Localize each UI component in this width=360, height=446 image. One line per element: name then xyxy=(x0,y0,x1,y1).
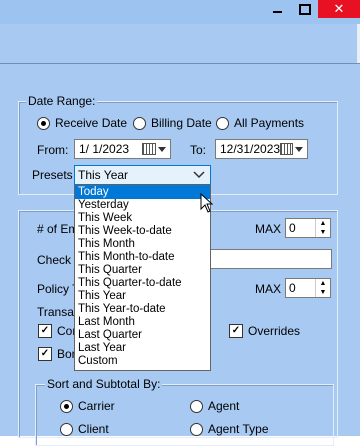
dropdown-option[interactable]: Yesterday xyxy=(75,199,210,212)
chevron-down-icon[interactable] xyxy=(158,146,166,152)
date-range-label: Date Range: xyxy=(26,94,98,108)
dropdown-option[interactable]: This Month xyxy=(75,238,210,251)
dropdown-option[interactable]: This Year-to-date xyxy=(75,303,210,316)
radio-billing-date[interactable]: Billing Date xyxy=(133,116,212,130)
radio-dot xyxy=(190,399,203,413)
radio-dot xyxy=(60,399,73,413)
report-window: ✕ Date Range: Receive Date Billing Date … xyxy=(0,0,360,446)
radio-label: Receive Date xyxy=(55,116,128,130)
radio-all-payments[interactable]: All Payments xyxy=(216,116,304,130)
spin-up-icon[interactable]: ▲ xyxy=(316,219,330,228)
presets-combobox[interactable]: This Year xyxy=(74,165,211,185)
dropdown-option[interactable]: Last Quarter xyxy=(75,329,210,342)
chevron-down-icon xyxy=(193,171,205,179)
to-date-picker[interactable]: 12/31/2023 xyxy=(215,139,308,159)
max-stepper-1[interactable]: 0 ▲ ▼ xyxy=(285,218,331,238)
from-date-picker[interactable]: 1/ 1/2023 xyxy=(74,139,171,159)
dropdown-option[interactable]: Custom xyxy=(75,355,210,368)
check-number-input[interactable] xyxy=(205,249,332,269)
spin-down-icon[interactable]: ▼ xyxy=(316,288,330,297)
presets-selected-value: This Year xyxy=(78,168,129,182)
radio-dot xyxy=(60,422,73,436)
max-value-2: 0 xyxy=(289,281,296,295)
dropdown-option[interactable]: Last Month xyxy=(75,316,210,329)
radio-label: Client xyxy=(78,422,109,436)
to-date-value: 12/31/2023 xyxy=(220,142,281,156)
chevron-down-icon[interactable] xyxy=(295,146,303,152)
radio-agent[interactable]: Agent xyxy=(190,399,239,413)
presets-dropdown-list: Today Yesterday This Week This Week-to-d… xyxy=(74,185,211,371)
title-bar: ✕ xyxy=(0,0,360,24)
checkbox-bonus[interactable]: ✓ Bon xyxy=(38,347,78,361)
close-icon: ✕ xyxy=(333,1,345,16)
from-label: From: xyxy=(37,143,69,157)
radio-dot xyxy=(216,116,229,130)
spin-down-icon[interactable]: ▼ xyxy=(316,228,330,237)
mouse-cursor-icon xyxy=(200,193,214,213)
checkbox-overrides[interactable]: ✓ Overrides xyxy=(229,324,300,338)
sort-subtotal-group xyxy=(35,384,334,446)
radio-label: Agent Type xyxy=(208,422,269,436)
dropdown-option[interactable]: This Week-to-date xyxy=(75,225,210,238)
minimize-button[interactable] xyxy=(262,0,292,18)
dropdown-option[interactable]: This Quarter xyxy=(75,264,210,277)
max-label-2: MAX xyxy=(255,282,282,296)
close-button[interactable]: ✕ xyxy=(318,0,360,18)
dropdown-option[interactable]: This Year xyxy=(75,290,210,303)
maximize-button[interactable] xyxy=(290,0,320,18)
sort-subtotal-label: Sort and Subtotal By: xyxy=(45,377,163,391)
max-label-1: MAX xyxy=(255,222,282,236)
radio-dot xyxy=(37,116,50,130)
dropdown-option[interactable]: Last Year xyxy=(75,342,210,355)
radio-dot xyxy=(133,116,146,130)
checkmark-icon: ✓ xyxy=(38,324,52,338)
radio-client[interactable]: Client xyxy=(60,422,109,436)
dropdown-option[interactable]: This Quarter-to-date xyxy=(75,277,210,290)
calendar-icon[interactable] xyxy=(142,143,156,155)
radio-carrier[interactable]: Carrier xyxy=(60,399,115,413)
checkmark-icon: ✓ xyxy=(229,324,243,338)
checkbox-label: Overrides xyxy=(248,324,301,338)
radio-receive-date[interactable]: Receive Date xyxy=(37,116,127,130)
radio-label: Carrier xyxy=(78,399,115,413)
radio-agent-type[interactable]: Agent Type xyxy=(190,422,269,436)
radio-label: Agent xyxy=(208,399,240,413)
max-stepper-2[interactable]: 0 ▲ ▼ xyxy=(285,278,331,298)
max-value-1: 0 xyxy=(289,221,296,235)
from-date-value: 1/ 1/2023 xyxy=(79,142,130,156)
spin-up-icon[interactable]: ▲ xyxy=(316,279,330,288)
radio-label: Billing Date xyxy=(151,116,212,130)
to-label: To: xyxy=(190,143,207,157)
checkmark-icon: ✓ xyxy=(38,347,52,361)
calendar-icon[interactable] xyxy=(280,143,293,155)
maximize-icon xyxy=(299,3,311,15)
minimize-icon xyxy=(272,11,282,13)
radio-label: All Payments xyxy=(234,116,305,130)
dropdown-option[interactable]: This Month-to-date xyxy=(75,251,210,264)
radio-dot xyxy=(190,422,203,436)
presets-label: Presets xyxy=(32,168,73,182)
toolbar-area xyxy=(0,24,360,64)
dropdown-option[interactable]: This Week xyxy=(75,212,210,225)
dropdown-option[interactable]: Today xyxy=(75,186,210,199)
